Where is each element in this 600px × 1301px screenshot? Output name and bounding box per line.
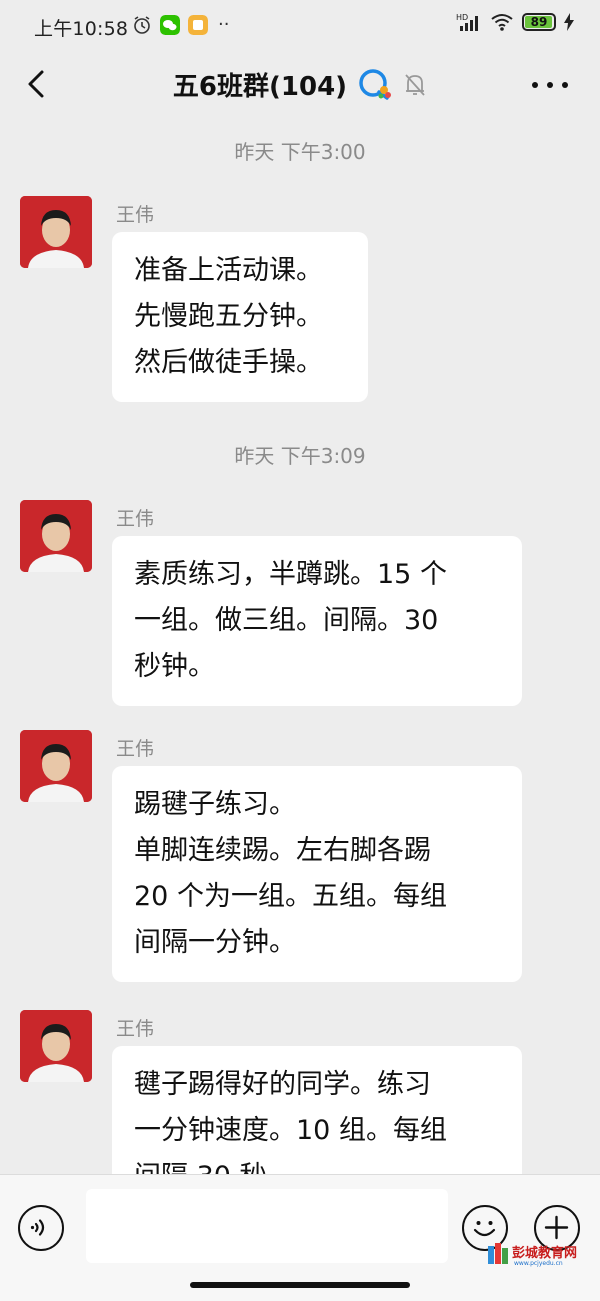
sender-name: 王伟 [116,1018,155,1040]
wechat-icon [160,14,180,35]
watermark-url: www.pcjyedu.cn [514,1260,563,1267]
sender-name: 王伟 [116,204,155,226]
notification-icons: ·· [132,14,229,35]
books-logo-icon [488,1243,508,1264]
message-bubble[interactable]: 踢毽子练习。 单脚连续踢。左右脚各踢 20 个为一组。五组。每组 间隔一分钟。 [112,766,522,982]
site-watermark: 彭城教育网 www.pcjyedu.cn [486,1240,596,1270]
avatar[interactable] [20,196,92,268]
person-portrait-icon [20,500,92,572]
voice-wave-icon [30,1219,45,1236]
message-item: 王伟 素质练习，半蹲跳。15 个 一组。做三组。间隔。30 秒钟。 [20,500,580,710]
status-right-icons: HD 89 [456,12,574,32]
message-item: 王伟 准备上活动课。 先慢跑五分钟。 然后做徒手操。 [20,196,580,406]
charging-icon [564,13,574,31]
voice-input-button[interactable] [18,1205,64,1251]
message-item: 王伟 踢毽子练习。 单脚连续踢。左右脚各踢 20 个为一组。五组。每组 间隔一分… [20,730,580,990]
message-bubble[interactable]: 毽子踢得好的同学。练习 一分钟速度。10 组。每组 间隔 30 秒 [112,1046,522,1174]
status-time: 上午10:58 [34,18,129,40]
alarm-clock-icon [134,15,150,34]
avatar[interactable] [20,1010,92,1082]
notes-app-icon [188,14,208,35]
group-name: 五6班群(104) [172,72,348,102]
group-chat-badge-icon [359,68,392,100]
watermark-name: 彭城教育网 [512,1246,578,1261]
person-portrait-icon [20,196,92,268]
message-item: 王伟 毽子踢得好的同学。练习 一分钟速度。10 组。每组 间隔 30 秒 [20,1010,580,1174]
network-label: HD [456,13,468,22]
battery-percent: 89 [530,15,548,29]
mute-bell-icon [405,73,425,96]
battery-icon: 89 [522,13,556,31]
sender-name: 王伟 [116,738,155,760]
status-bar: 上午10:58 ·· HD 89 [0,0,600,52]
wifi-icon [491,14,513,31]
avatar[interactable] [20,500,92,572]
more-notifications-icon: ·· [218,14,230,35]
message-bubble[interactable]: 准备上活动课。 先慢跑五分钟。 然后做徒手操。 [112,232,368,402]
avatar[interactable] [20,730,92,802]
message-timestamp: 昨天 下午3:00 [234,140,366,164]
message-input[interactable] [86,1189,448,1263]
message-bubble[interactable]: 素质练习，半蹲跳。15 个 一组。做三组。间隔。30 秒钟。 [112,536,522,706]
message-timestamp: 昨天 下午3:09 [234,444,366,468]
sender-name: 王伟 [116,508,155,530]
person-portrait-icon [20,1010,92,1082]
person-portrait-icon [20,730,92,802]
cellular-signal-icon: HD [456,13,478,31]
chat-header: 五6班群(104) [0,52,600,116]
chat-title-area[interactable]: 五6班群(104) [0,66,600,103]
home-indicator[interactable] [190,1282,410,1288]
more-options-icon[interactable] [532,82,568,88]
